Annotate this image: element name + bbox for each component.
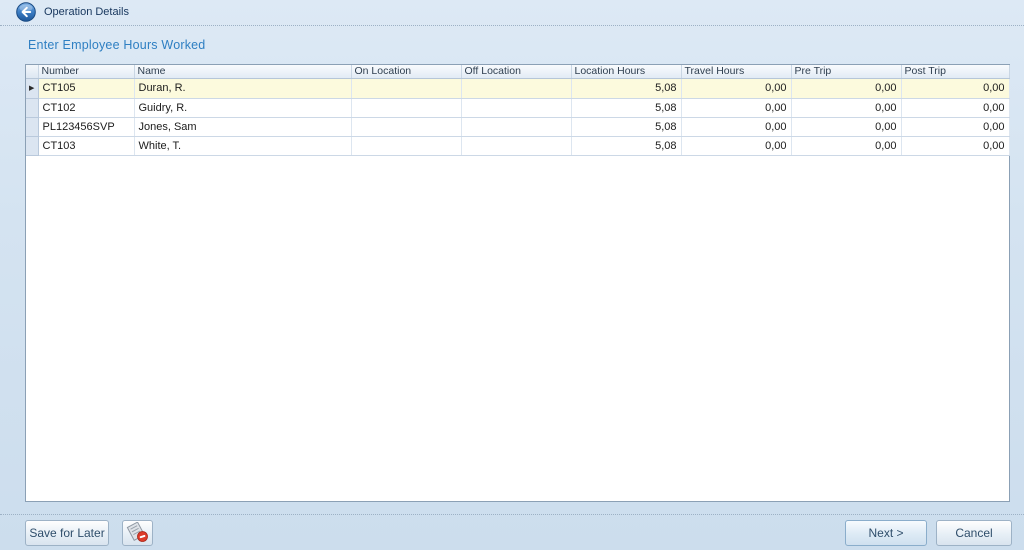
table-row[interactable]: CT103 White, T. 5,08 0,00 0,00 0,00 (26, 136, 1010, 156)
cell-off-location[interactable] (461, 136, 572, 156)
cell-pre-trip[interactable]: 0,00 (791, 136, 902, 156)
cell-off-location[interactable] (461, 117, 572, 137)
cell-pre-trip[interactable]: 0,00 (791, 78, 902, 99)
employee-hours-grid: Number Name On Location Off Location Loc… (25, 64, 1010, 502)
column-header-off-location[interactable]: Off Location (461, 65, 572, 79)
row-selector-cell[interactable] (26, 98, 39, 118)
next-button[interactable]: Next > (845, 520, 927, 546)
notes-blocked-icon (126, 521, 150, 542)
back-arrow-icon (16, 2, 36, 26)
header-row: Number Name On Location Off Location Loc… (26, 65, 1010, 79)
row-selector-cell[interactable] (26, 117, 39, 137)
column-header-number[interactable]: Number (38, 65, 135, 79)
cell-name[interactable]: White, T. (134, 136, 352, 156)
cell-on-location[interactable] (351, 98, 462, 118)
row-selector-cell[interactable] (26, 136, 39, 156)
cell-post-trip[interactable]: 0,00 (901, 117, 1010, 137)
page-title: Operation Details (44, 6, 129, 18)
cell-travel-hours[interactable]: 0,00 (681, 78, 792, 99)
cell-post-trip[interactable]: 0,00 (901, 78, 1010, 99)
cell-number[interactable]: CT105 (38, 78, 135, 99)
column-header-name[interactable]: Name (134, 65, 352, 79)
footer-separator (0, 514, 1024, 515)
table-row[interactable]: ▶ CT105 Duran, R. 5,08 0,00 0,00 0,00 (26, 78, 1010, 99)
cell-post-trip[interactable]: 0,00 (901, 98, 1010, 118)
cell-off-location[interactable] (461, 78, 572, 99)
cell-travel-hours[interactable]: 0,00 (681, 98, 792, 118)
cell-pre-trip[interactable]: 0,00 (791, 98, 902, 118)
cell-off-location[interactable] (461, 98, 572, 118)
column-header-post-trip[interactable]: Post Trip (901, 65, 1010, 79)
cancel-button[interactable]: Cancel (936, 520, 1012, 546)
cell-number[interactable]: PL123456SVP (38, 117, 135, 137)
cell-name[interactable]: Jones, Sam (134, 117, 352, 137)
column-header-on-location[interactable]: On Location (351, 65, 462, 79)
cell-on-location[interactable] (351, 136, 462, 156)
cell-on-location[interactable] (351, 117, 462, 137)
save-for-later-button[interactable]: Save for Later (25, 520, 109, 546)
cell-number[interactable]: CT103 (38, 136, 135, 156)
table-row[interactable]: CT102 Guidry, R. 5,08 0,00 0,00 0,00 (26, 98, 1010, 118)
header-separator (0, 25, 1024, 26)
back-button[interactable] (16, 2, 36, 22)
employee-hours-table: Number Name On Location Off Location Loc… (26, 65, 1010, 156)
column-header-pre-trip[interactable]: Pre Trip (791, 65, 902, 79)
cell-name[interactable]: Duran, R. (134, 78, 352, 99)
current-row-marker-icon: ▶ (29, 84, 35, 92)
cell-pre-trip[interactable]: 0,00 (791, 117, 902, 137)
table-row[interactable]: PL123456SVP Jones, Sam 5,08 0,00 0,00 0,… (26, 117, 1010, 137)
cell-number[interactable]: CT102 (38, 98, 135, 118)
cell-travel-hours[interactable]: 0,00 (681, 117, 792, 137)
notes-blocked-button[interactable] (122, 520, 153, 546)
cell-location-hours[interactable]: 5,08 (571, 98, 682, 118)
cell-name[interactable]: Guidry, R. (134, 98, 352, 118)
cell-location-hours[interactable]: 5,08 (571, 136, 682, 156)
cell-post-trip[interactable]: 0,00 (901, 136, 1010, 156)
column-header-location-hours[interactable]: Location Hours (571, 65, 682, 79)
cell-on-location[interactable] (351, 78, 462, 99)
section-heading: Enter Employee Hours Worked (28, 38, 206, 52)
cell-location-hours[interactable]: 5,08 (571, 78, 682, 99)
cell-location-hours[interactable]: 5,08 (571, 117, 682, 137)
column-header-travel-hours[interactable]: Travel Hours (681, 65, 792, 79)
row-selector-cell[interactable]: ▶ (26, 78, 39, 99)
row-selector-header (26, 65, 39, 79)
cell-travel-hours[interactable]: 0,00 (681, 136, 792, 156)
